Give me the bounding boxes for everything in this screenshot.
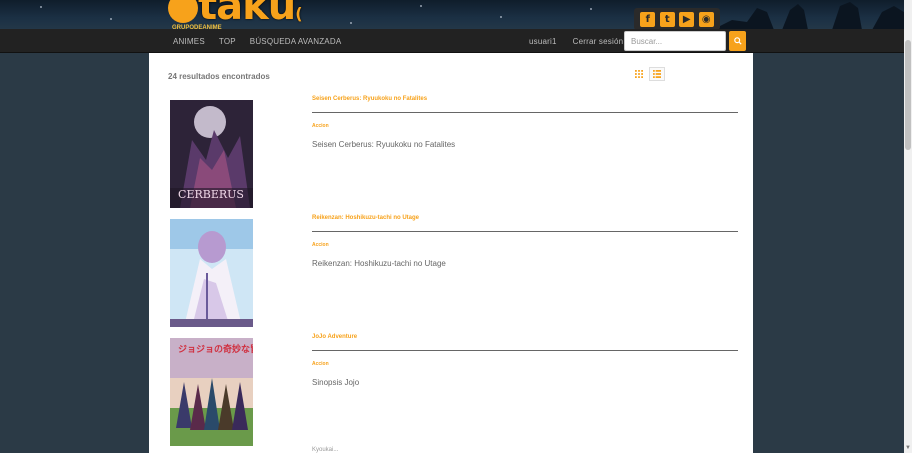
next-entry-title-partial[interactable]: Kyoukai... [312, 447, 338, 453]
genre-label: Accion [312, 361, 329, 367]
user-profile-link[interactable]: usuari1 [529, 37, 557, 46]
header-banner [0, 0, 912, 30]
synopsis-text: Sinopsis Jojo [312, 378, 360, 387]
twitter-icon[interactable]: t [659, 11, 675, 27]
divider [312, 112, 738, 113]
divider [312, 231, 738, 232]
search-button[interactable] [729, 31, 746, 51]
youtube-icon[interactable]: ▶ [679, 11, 695, 27]
rss-icon[interactable]: ◉ [698, 11, 714, 27]
nav-user: usuari1 Cerrar sesión [529, 29, 623, 53]
grid-view-button[interactable] [631, 67, 647, 81]
divider [312, 350, 738, 351]
social-links: f t ▶ ◉ [634, 8, 720, 30]
poster-image: ジョジョの奇妙な冒険 [170, 338, 253, 446]
nav-animes-link[interactable]: ANIMES [173, 37, 205, 46]
poster-image [170, 219, 253, 327]
logout-link[interactable]: Cerrar sesión [573, 37, 624, 46]
page-scrollbar[interactable]: ▼ [904, 0, 912, 453]
poster-title: ジョジョの奇妙な冒険 [178, 343, 253, 355]
anime-title-link[interactable]: Seisen Cerberus: Ryuukoku no Fatalites [312, 96, 427, 102]
search-icon [733, 37, 742, 45]
view-toggle [631, 67, 665, 81]
list-view-button[interactable] [649, 67, 665, 81]
synopsis-text: Reikenzan: Hoshikuzu-tachi no Utage [312, 259, 446, 268]
scroll-thumb[interactable] [905, 40, 911, 150]
anime-poster[interactable]: ジョジョの奇妙な冒険 [170, 338, 253, 446]
anime-poster[interactable] [170, 219, 253, 327]
main-navbar: ANIMES TOP BÚSQUEDA AVANZADA usuari1 Cer… [0, 29, 912, 53]
list-view-icon [653, 70, 661, 78]
synopsis-text: Seisen Cerberus: Ryuukoku no Fatalites [312, 140, 456, 149]
facebook-icon[interactable]: f [640, 11, 656, 27]
nav-primary: ANIMES TOP BÚSQUEDA AVANZADA [173, 29, 341, 53]
grid-view-icon [635, 70, 643, 78]
nav-advanced-search-link[interactable]: BÚSQUEDA AVANZADA [250, 37, 342, 46]
header-silhouettes [712, 2, 912, 30]
anime-poster[interactable]: CERBERUS [170, 100, 253, 208]
result-item: ジョジョの奇妙な冒険 JoJo Adventure Accion Sinopsi… [149, 334, 753, 453]
results-panel: 24 resultados encontrados CERBERUS Seise… [149, 53, 753, 453]
poster-image: CERBERUS [170, 100, 253, 208]
search-input[interactable] [624, 31, 726, 51]
results-count: 24 resultados encontrados [168, 72, 270, 81]
result-item: CERBERUS Seisen Cerberus: Ryuukoku no Fa… [149, 96, 753, 219]
scroll-down-icon[interactable]: ▼ [905, 445, 911, 451]
anime-title-link[interactable]: JoJo Adventure [312, 334, 357, 340]
poster-title: CERBERUS [178, 188, 244, 201]
anime-title-link[interactable]: Reikenzan: Hoshikuzu-tachi no Utage [312, 215, 419, 221]
site-logo[interactable]: taku( [168, 0, 303, 26]
genre-label: Accion [312, 123, 329, 129]
nav-top-link[interactable]: TOP [219, 37, 236, 46]
genre-label: Accion [312, 242, 329, 248]
result-item: Reikenzan: Hoshikuzu-tachi no Utage Acci… [149, 215, 753, 338]
